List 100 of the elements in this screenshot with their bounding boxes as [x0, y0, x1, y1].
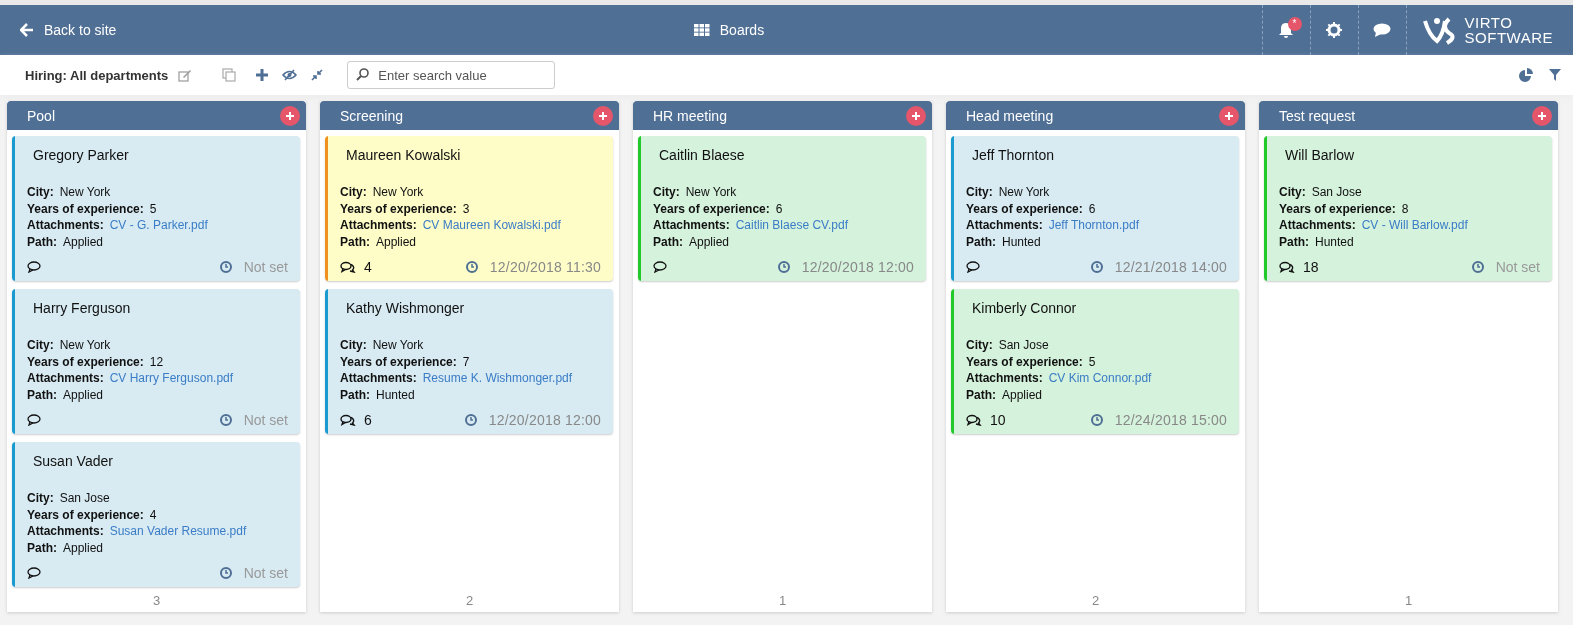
field-label: City:: [27, 184, 54, 201]
clock-icon: [219, 567, 232, 579]
field-label: Years of experience:: [27, 353, 144, 370]
eye-slash-icon: [282, 69, 298, 81]
field-label: Attachments:: [966, 217, 1043, 234]
due-date: Not set: [243, 565, 288, 581]
add-button[interactable]: [256, 69, 269, 81]
hide-button[interactable]: [282, 69, 298, 81]
field-value: 5: [149, 200, 157, 217]
add-card-button[interactable]: [1532, 105, 1552, 126]
field-value: 4: [149, 506, 157, 523]
column-title: Head meeting: [966, 107, 1055, 124]
field-label: Attachments:: [27, 370, 104, 387]
comments-icon: [966, 414, 982, 426]
candidate-card[interactable]: Maureen Kowalski City: New York Years of experience: 3 Attachments: CV Maureen Kowalski.pdf Path: Applied 4 12/20/2018 11:30: [325, 136, 613, 281]
field-value: New York: [372, 337, 424, 354]
due-date: Not set: [243, 259, 288, 275]
comment-count: 10: [990, 412, 1006, 428]
field-value: 3: [462, 200, 470, 217]
notification-badge: *: [1287, 17, 1302, 31]
field-label: Path:: [27, 539, 57, 556]
attachment-link[interactable]: CV - G. Parker.pdf: [109, 217, 208, 234]
search-icon: [356, 68, 370, 81]
field-value: 6: [775, 200, 783, 217]
plus-icon: [286, 111, 294, 120]
candidate-card[interactable]: Kathy Wishmonger City: New York Years of experience: 7 Attachments: Resume K. Wishmonger.pdf Path: Hunted 6 12/20/2018 12:00: [325, 289, 613, 434]
logo-text: SOFTWARE: [1464, 30, 1553, 45]
attachment-link[interactable]: Jeff Thornton.pdf: [1048, 217, 1139, 234]
add-card-button[interactable]: [906, 105, 926, 126]
field-label: Years of experience:: [340, 200, 457, 217]
field-label: City:: [340, 184, 367, 201]
search-field[interactable]: Enter search value: [347, 61, 556, 89]
candidate-card[interactable]: Caitlin Blaese City: New York Years of experience: 6 Attachments: Caitlin Blaese CV.pdf Path: Applied 12/20/2018 12:00: [638, 136, 926, 281]
settings-icon: [1326, 22, 1343, 38]
field-value: 6: [1088, 200, 1096, 217]
candidate-name: Caitlin Blaese: [659, 147, 746, 163]
candidate-card[interactable]: Jeff Thornton City: New York Years of experience: 6 Attachments: Jeff Thornton.pdf Path: Hunted 12/21/2018 14:00: [951, 136, 1239, 281]
field-label: Path:: [966, 386, 996, 403]
field-value: New York: [59, 337, 111, 354]
field-label: Years of experience:: [966, 200, 1083, 217]
add-card-button[interactable]: [593, 105, 613, 126]
chart-button[interactable]: [1519, 68, 1533, 82]
clock-icon: [777, 261, 790, 273]
candidate-name: Jeff Thornton: [972, 147, 1055, 163]
field-label: City:: [966, 184, 993, 201]
field-value: Applied: [1002, 386, 1043, 403]
logo-text: VIRTO: [1464, 15, 1514, 30]
field-label: Years of experience:: [27, 506, 144, 523]
comments-icon: [340, 414, 356, 426]
candidate-card[interactable]: Gregory Parker City: New York Years of experience: 5 Attachments: CV - G. Parker.pdf Path: Applied Not set: [12, 136, 300, 281]
candidate-card[interactable]: Susan Vader City: San Jose Years of experience: 4 Attachments: Susan Vader Resume.pdf Path: Applied Not set: [12, 442, 300, 587]
field-label: Attachments:: [340, 370, 417, 387]
candidate-name: Gregory Parker: [33, 147, 130, 163]
comments-icon: [1279, 261, 1295, 273]
collapse-button[interactable]: [311, 69, 324, 81]
clock-icon: [465, 261, 478, 273]
field-value: Applied: [63, 233, 104, 250]
field-value: 8: [1401, 200, 1409, 217]
pie-chart-icon: [1519, 68, 1533, 82]
clock-icon: [1471, 261, 1484, 273]
candidate-card[interactable]: Harry Ferguson City: New York Years of experience: 12 Attachments: CV Harry Ferguson.pdf Path: Applied Not set: [12, 289, 300, 434]
field-value: 5: [1088, 353, 1096, 370]
field-label: Attachments:: [340, 217, 417, 234]
field-value: 12: [149, 353, 164, 370]
field-value: Hunted: [376, 386, 415, 403]
field-value: New York: [372, 184, 424, 201]
card-count: 1: [1403, 592, 1414, 610]
add-card-button[interactable]: [280, 105, 300, 126]
edit-button[interactable]: [178, 68, 193, 82]
attachment-link[interactable]: Resume K. Wishmonger.pdf: [422, 370, 573, 387]
attachment-link[interactable]: CV Kim Connor.pdf: [1048, 370, 1152, 387]
candidate-card[interactable]: Kimberly Connor City: San Jose Years of experience: 5 Attachments: CV Kim Connor.pdf Path: Applied 10 12/24/2018 15:00: [951, 289, 1239, 434]
candidate-card[interactable]: Will Barlow City: San Jose Years of experience: 8 Attachments: CV - Will Barlow.pdf Path: Hunted 18 Not set: [1264, 136, 1552, 281]
clock-icon: [1090, 261, 1103, 273]
attachment-link[interactable]: Caitlin Blaese CV.pdf: [735, 217, 848, 234]
add-card-button[interactable]: [1219, 105, 1239, 126]
attachment-link[interactable]: CV Maureen Kowalski.pdf: [422, 217, 561, 234]
clock-icon: [1090, 414, 1103, 426]
back-to-site-link[interactable]: Back to site: [0, 5, 137, 55]
copy-icon: [222, 68, 237, 82]
candidate-name: Kimberly Connor: [972, 300, 1078, 316]
column-title: HR meeting: [653, 107, 728, 124]
field-value: New York: [685, 184, 737, 201]
field-label: Attachments:: [27, 217, 104, 234]
attachment-link[interactable]: Susan Vader Resume.pdf: [109, 523, 247, 540]
attachment-link[interactable]: CV Harry Ferguson.pdf: [109, 370, 234, 387]
field-label: City:: [340, 337, 367, 354]
due-date: 12/21/2018 14:00: [1114, 259, 1227, 275]
field-value: San Jose: [59, 490, 110, 507]
clock-icon: [219, 261, 232, 273]
field-label: City:: [27, 337, 54, 354]
filter-button[interactable]: [1549, 69, 1561, 81]
field-label: Path:: [653, 233, 683, 250]
due-date: Not set: [1495, 259, 1540, 275]
field-label: Path:: [27, 386, 57, 403]
field-label: City:: [966, 337, 993, 354]
field-label: City:: [27, 490, 54, 507]
candidate-name: Harry Ferguson: [33, 300, 132, 316]
due-date: 12/20/2018 11:30: [489, 259, 601, 275]
attachment-link[interactable]: CV - Will Barlow.pdf: [1361, 217, 1468, 234]
